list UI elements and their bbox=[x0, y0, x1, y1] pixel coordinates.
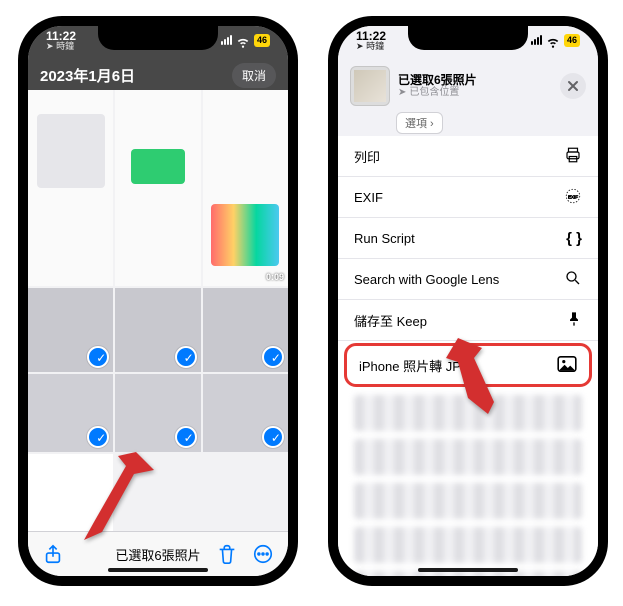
action-exif[interactable]: EXIF EXIF bbox=[338, 177, 598, 218]
share-title: 已選取6張照片 bbox=[398, 73, 552, 87]
photo-thumb-selected[interactable]: ✓ bbox=[203, 288, 288, 372]
printer-icon bbox=[564, 146, 582, 167]
photo-thumb-selected[interactable]: ✓ bbox=[115, 374, 200, 452]
trash-icon[interactable] bbox=[216, 543, 238, 565]
wifi-icon bbox=[236, 35, 250, 45]
phone-right: 11:22 ➤ 時鐘 46 已選取6張照片 ➤已包含位置 bbox=[328, 16, 608, 586]
action-print[interactable]: 列印 bbox=[338, 136, 598, 177]
photo-thumb[interactable] bbox=[115, 90, 200, 286]
wifi-icon bbox=[546, 35, 560, 45]
share-preview-thumb[interactable] bbox=[350, 66, 390, 106]
action-google-lens[interactable]: Search with Google Lens bbox=[338, 259, 598, 300]
action-label: 儲存至 Keep bbox=[354, 311, 427, 330]
screen-left: 11:22 ➤ 時鐘 46 2023年1月6日 取消 bbox=[28, 26, 288, 576]
photo-thumb-selected[interactable]: ✓ bbox=[28, 288, 113, 372]
share-subtitle: 已包含位置 bbox=[409, 87, 459, 99]
empty-cell bbox=[115, 454, 200, 532]
photo-thumb[interactable] bbox=[28, 454, 113, 532]
share-icon[interactable] bbox=[42, 543, 64, 565]
home-indicator[interactable] bbox=[108, 568, 208, 572]
screen-right: 11:22 ➤ 時鐘 46 已選取6張照片 ➤已包含位置 bbox=[338, 26, 598, 576]
photo-thumb-selected[interactable]: ✓ bbox=[203, 374, 288, 452]
action-label: EXIF bbox=[354, 190, 383, 205]
photo-thumb[interactable] bbox=[28, 90, 113, 286]
action-label: Search with Google Lens bbox=[354, 272, 499, 287]
battery-badge: 46 bbox=[564, 34, 580, 47]
blurred-action bbox=[354, 439, 582, 475]
photo-thumb[interactable]: 0:09 bbox=[203, 90, 288, 286]
notch bbox=[98, 26, 218, 50]
blurred-action bbox=[354, 483, 582, 519]
cellular-icon bbox=[531, 35, 542, 45]
video-duration-badge: 0:09 bbox=[266, 272, 284, 282]
exif-icon: EXIF bbox=[564, 187, 582, 208]
keep-icon bbox=[566, 311, 582, 330]
notch bbox=[408, 26, 528, 50]
home-indicator[interactable] bbox=[418, 568, 518, 572]
blurred-action bbox=[354, 527, 582, 563]
photo-thumb-selected[interactable]: ✓ bbox=[115, 288, 200, 372]
svg-text:EXIF: EXIF bbox=[568, 194, 578, 199]
braces-icon: { } bbox=[566, 230, 582, 247]
action-label: Run Script bbox=[354, 231, 415, 246]
photo-thumb-selected[interactable]: ✓ bbox=[28, 374, 113, 452]
share-actions-list[interactable]: 列印 EXIF EXIF Run Script { } Search with … bbox=[338, 136, 598, 576]
close-button[interactable] bbox=[560, 73, 586, 99]
photo-grid[interactable]: 0:09 ✓ ✓ ✓ ✓ ✓ ✓ bbox=[28, 90, 288, 532]
search-icon bbox=[564, 269, 582, 290]
action-run-script[interactable]: Run Script { } bbox=[338, 218, 598, 259]
action-label: 列印 bbox=[354, 147, 380, 166]
more-icon[interactable] bbox=[252, 543, 274, 565]
date-title: 2023年1月6日 bbox=[40, 65, 135, 86]
phone-left: 11:22 ➤ 時鐘 46 2023年1月6日 取消 bbox=[18, 16, 298, 586]
action-save-keep[interactable]: 儲存至 Keep bbox=[338, 300, 598, 341]
action-convert-jpg[interactable]: iPhone 照片轉 JPG bbox=[344, 343, 592, 387]
action-label: iPhone 照片轉 JPG bbox=[359, 356, 471, 375]
empty-cell bbox=[203, 454, 288, 532]
location-arrow-icon: ➤ bbox=[356, 41, 364, 51]
cancel-button[interactable]: 取消 bbox=[232, 63, 276, 88]
battery-badge: 46 bbox=[254, 34, 270, 47]
cellular-icon bbox=[221, 35, 232, 45]
location-arrow-icon: ➤ bbox=[398, 87, 406, 99]
options-button[interactable]: 選項 › bbox=[396, 112, 443, 134]
image-icon bbox=[557, 356, 577, 375]
status-app-label: 時鐘 bbox=[366, 41, 384, 51]
location-arrow-icon: ➤ bbox=[46, 41, 54, 51]
blurred-action bbox=[354, 395, 582, 431]
status-app-label: 時鐘 bbox=[56, 41, 74, 51]
